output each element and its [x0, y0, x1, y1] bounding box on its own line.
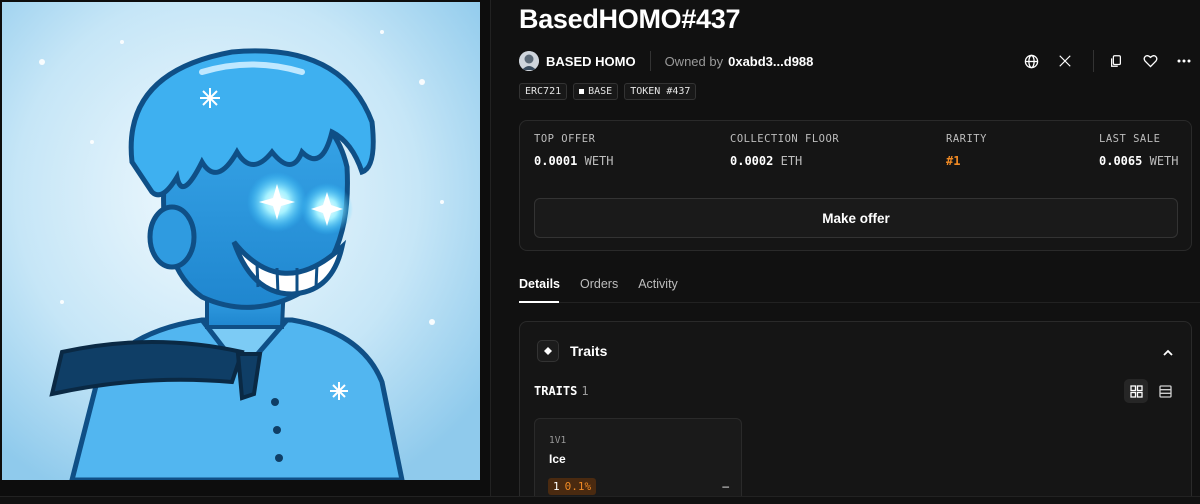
chevron-up-icon[interactable]: [1163, 344, 1173, 359]
chain-badge-label: BASE: [588, 86, 613, 97]
trait-value: Ice: [549, 452, 566, 466]
divider: [649, 51, 651, 71]
panel-divider: [490, 0, 491, 504]
traits-header[interactable]: Traits: [570, 343, 607, 359]
rarity-stat: RARITY #1: [946, 133, 987, 168]
traits-count-label: TRAITS: [534, 384, 578, 398]
collection-avatar[interactable]: [519, 51, 539, 71]
trait-price: –: [722, 479, 729, 493]
trait-type: 1V1: [549, 435, 567, 446]
token-id-badge: TOKEN #437: [624, 83, 697, 100]
trait-card[interactable]: 1V1 Ice 1 0.1% –: [534, 418, 742, 504]
icon-divider: [1093, 50, 1094, 72]
top-offer-value: 0.0001 WETH: [534, 154, 614, 168]
active-tab-indicator: [519, 301, 559, 303]
nft-image[interactable]: [2, 2, 480, 480]
artwork-panel: [0, 0, 490, 504]
grid-view-icon[interactable]: [1124, 379, 1148, 403]
more-icon[interactable]: [1173, 50, 1195, 72]
copy-icon[interactable]: [1105, 50, 1127, 72]
make-offer-button[interactable]: Make offer: [534, 198, 1178, 238]
trait-count: 1: [553, 480, 560, 493]
traits-count-number: 1: [581, 384, 589, 398]
list-view-icon[interactable]: [1153, 379, 1177, 403]
nft-title: BasedHOMO#437: [519, 4, 741, 34]
last-sale-label: LAST SALE: [1099, 133, 1161, 145]
traits-count: TRAITS 1: [534, 384, 589, 398]
heart-icon[interactable]: [1139, 50, 1161, 72]
chain-square-icon: [579, 89, 585, 94]
token-badges: ERC721 BASE TOKEN #437: [519, 83, 697, 100]
rarity-label: RARITY: [946, 133, 987, 145]
diamond-icon: [537, 340, 559, 362]
globe-icon[interactable]: [1020, 50, 1042, 72]
rarity-value[interactable]: #1: [946, 154, 987, 168]
top-offer-stat: TOP OFFER 0.0001 WETH: [534, 133, 614, 168]
floor-value: 0.0002 ETH: [730, 154, 803, 168]
collection-owner-row: BASED HOMO Owned by 0xabd3...d988: [519, 50, 813, 72]
tabs-divider: [519, 302, 1200, 303]
last-sale-stat: LAST SALE 0.0065 WETH: [1099, 133, 1179, 168]
owner-address[interactable]: 0xabd3...d988: [728, 54, 813, 69]
detail-tabs: Details Orders Activity: [519, 277, 678, 291]
floor-label: COLLECTION FLOOR: [730, 133, 840, 145]
ice-character-illustration: [2, 2, 480, 480]
tab-activity[interactable]: Activity: [638, 277, 678, 291]
floor-stat: COLLECTION FLOOR 0.0002 ETH: [730, 133, 839, 168]
price-stats-card: TOP OFFER 0.0001 WETH COLLECTION FLOOR 0…: [519, 120, 1192, 251]
owned-by-label: Owned by: [664, 53, 724, 69]
standard-badge: ERC721: [519, 83, 568, 100]
tab-orders[interactable]: Orders: [580, 277, 618, 291]
status-bar: [0, 496, 1200, 504]
x-logo-icon[interactable]: [1054, 50, 1076, 72]
tab-details[interactable]: Details: [519, 277, 560, 291]
last-sale-value: 0.0065 WETH: [1099, 154, 1179, 168]
traits-panel: Traits TRAITS 1 1V1 Ice 1 0.1% –: [519, 321, 1192, 504]
collection-name[interactable]: BASED HOMO: [546, 54, 636, 69]
trait-percent: 0.1%: [564, 480, 592, 493]
trait-rarity-badge: 1 0.1%: [548, 478, 597, 495]
chain-badge[interactable]: BASE: [573, 83, 619, 100]
top-offer-label: TOP OFFER: [534, 133, 596, 145]
